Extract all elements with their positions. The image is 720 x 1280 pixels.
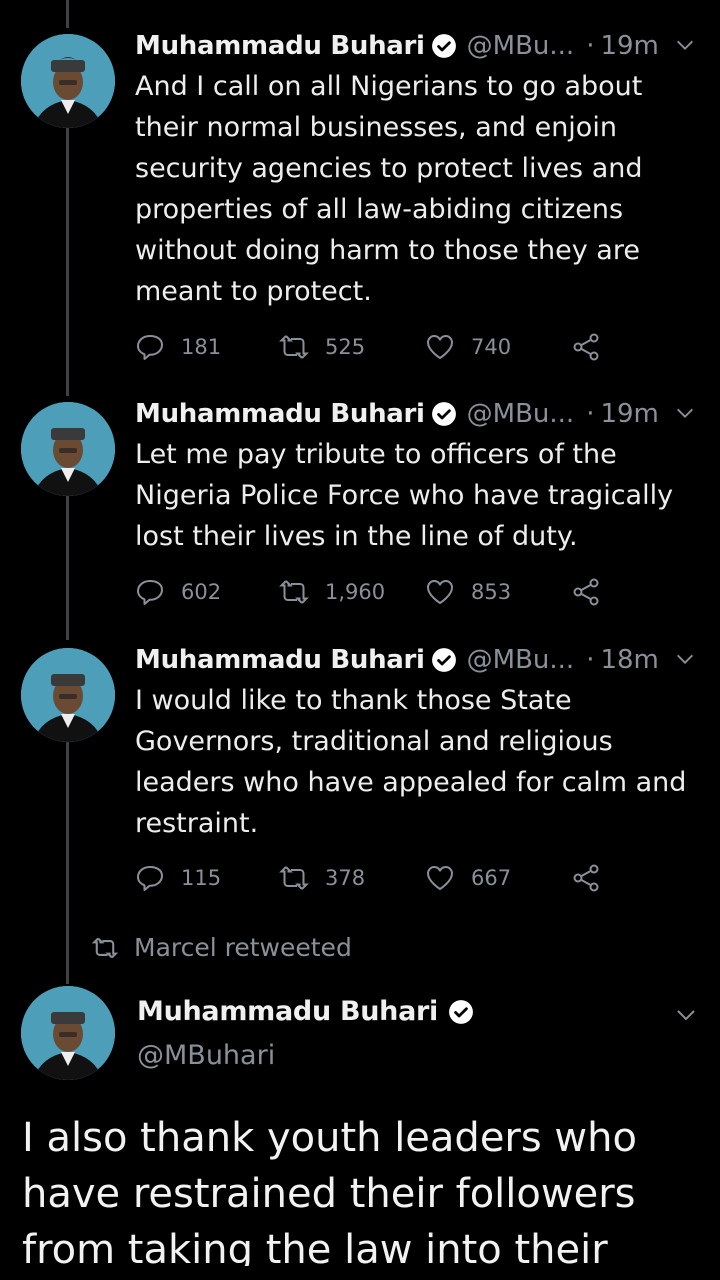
separator-dot: · [586,399,595,429]
retweet-count: 1,960 [325,580,386,604]
reply-button[interactable]: 602 [135,574,221,610]
avatar[interactable] [21,648,115,742]
avatar[interactable] [21,34,115,128]
share-icon [573,333,599,361]
verified-icon [431,34,456,58]
retweet-icon [92,937,118,958]
retweet-count: 378 [325,866,366,890]
separator-dot: · [586,31,595,61]
like-button[interactable]: 667 [425,860,511,896]
retweet-button[interactable]: 525 [279,329,365,365]
like-count: 667 [471,866,512,890]
main-tweet-header: Muhammadu Buhari [137,996,474,1027]
separator-dot: · [586,645,595,675]
chevron-down-icon[interactable] [674,648,696,670]
author-handle[interactable]: @MBuhari [137,1040,275,1071]
tweet-actions: 115 378 667 [135,860,615,896]
verified-icon [431,402,456,426]
reply-button[interactable]: 181 [135,329,221,365]
reply-icon [137,580,163,605]
reply-icon [137,335,163,360]
tweet-header: Muhammadu Buhari @MBu... · 19m [135,396,696,432]
like-icon [427,866,453,890]
author-handle[interactable]: @MBu... [467,399,575,429]
tweet-actions: 602 1,960 853 [135,574,615,610]
retweet-icon [279,335,309,359]
reply-button[interactable]: 115 [135,860,221,896]
tweet-actions: 181 525 740 [135,329,615,365]
author-handle[interactable]: @MBu... [467,31,575,61]
retweet-button[interactable]: 1,960 [279,574,385,610]
verified-icon [431,648,456,672]
retweeted-by[interactable]: Marcel retweeted [92,933,352,962]
share-button[interactable] [571,860,617,896]
retweet-icon [279,580,309,604]
author-name[interactable]: Muhammadu Buhari [137,996,438,1027]
tweet-text: Let me pay tribute to officers of the Ni… [135,439,674,552]
reply-count: 602 [181,580,222,604]
bottom-edge [0,1266,720,1280]
tweet-header: Muhammadu Buhari @MBu... · 18m [135,642,696,678]
author-name[interactable]: Muhammadu Buhari [135,31,425,61]
author-handle[interactable]: @MBu... [467,645,575,675]
author-name[interactable]: Muhammadu Buhari [135,645,425,675]
share-icon [573,578,599,606]
like-count: 853 [471,580,512,604]
share-button[interactable] [571,329,617,365]
retweeted-by-label: Marcel retweeted [134,933,352,962]
like-button[interactable]: 853 [425,574,511,610]
avatar[interactable] [21,986,115,1080]
author-name[interactable]: Muhammadu Buhari [135,399,425,429]
tweet-text: I would like to thank those State Govern… [135,685,687,839]
timestamp[interactable]: 18m [600,645,658,675]
tweet-text: And I call on all Nigerians to go about … [135,71,643,307]
tweet-header: Muhammadu Buhari @MBu... · 19m [135,28,696,64]
timestamp[interactable]: 19m [600,31,658,61]
reply-icon [137,866,163,891]
tweet[interactable]: Muhammadu Buhari @MBu... · 19m And I cal… [0,0,720,380]
tweet[interactable]: Muhammadu Buhari @MBu... · 18m I would l… [0,614,720,904]
share-icon [573,864,599,892]
retweet-button[interactable]: 378 [279,860,365,896]
like-icon [427,335,453,359]
like-count: 740 [471,335,512,359]
main-tweet-text: I also thank youth leaders who have rest… [22,1115,637,1273]
tweet[interactable]: Muhammadu Buhari @MBu... · 19m Let me pa… [0,368,720,618]
retweet-count: 525 [325,335,366,359]
reply-count: 181 [181,335,222,359]
like-icon [427,580,453,604]
chevron-down-icon[interactable] [674,1003,698,1027]
chevron-down-icon[interactable] [674,402,696,424]
like-button[interactable]: 740 [425,329,511,365]
share-button[interactable] [571,574,617,610]
chevron-down-icon[interactable] [674,34,696,56]
retweet-icon [279,866,309,890]
timestamp[interactable]: 19m [600,399,658,429]
avatar[interactable] [21,402,115,496]
verified-icon [449,999,473,1024]
reply-count: 115 [181,866,222,890]
